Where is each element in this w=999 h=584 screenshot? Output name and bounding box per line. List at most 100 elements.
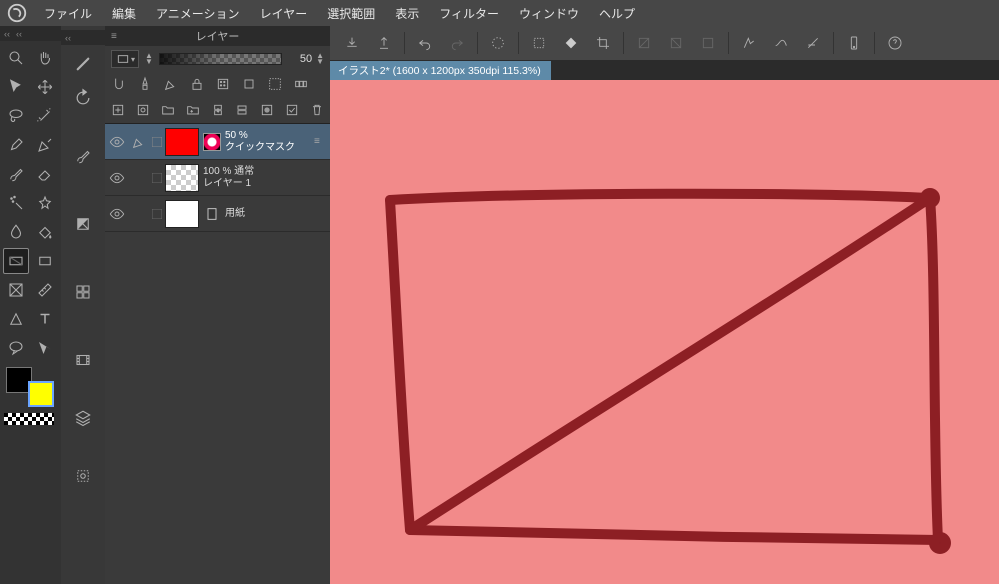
visibility-toggle[interactable] <box>105 134 129 150</box>
document-tab[interactable]: イラスト2* (1600 x 1200px 350dpi 115.3%) <box>330 61 551 80</box>
menu-view[interactable]: 表示 <box>385 0 429 26</box>
crop-icon[interactable] <box>589 30 617 56</box>
object-select-tool[interactable] <box>3 74 29 100</box>
brush-tool[interactable] <box>3 161 29 187</box>
fill-tool[interactable] <box>32 219 58 245</box>
layer-thumbnail[interactable] <box>165 200 199 228</box>
eyedropper-tool[interactable] <box>3 132 29 158</box>
menu-animation[interactable]: アニメーション <box>146 0 250 26</box>
magnifier-tool[interactable] <box>3 45 29 71</box>
new-folder-button[interactable] <box>159 99 178 121</box>
app-logo <box>6 2 28 24</box>
visibility-toggle[interactable] <box>105 170 129 186</box>
opacity-slider[interactable] <box>159 53 282 65</box>
panel-menu-icon[interactable]: ≡ <box>111 31 117 42</box>
mask-thumbnail[interactable] <box>203 133 221 151</box>
layer-color-icon[interactable] <box>241 76 257 92</box>
layer-opacity-label: 50 % <box>225 130 314 142</box>
text-tool[interactable] <box>32 306 58 332</box>
upload-icon[interactable] <box>370 30 398 56</box>
shape-tool[interactable] <box>32 248 58 274</box>
subtool-grid-icon[interactable] <box>68 277 98 307</box>
clip-mask-icon[interactable] <box>111 76 127 92</box>
delete-layer-button[interactable] <box>307 99 326 121</box>
reference-layer-icon[interactable] <box>137 76 153 92</box>
line-tool[interactable] <box>3 306 29 332</box>
magic-wand-tool[interactable] <box>32 103 58 129</box>
help-icon[interactable] <box>881 30 909 56</box>
fill-selection-icon[interactable] <box>557 30 585 56</box>
airbrush-tool[interactable] <box>3 190 29 216</box>
layer-row-menu[interactable]: ≡ <box>314 136 326 147</box>
undo-button[interactable] <box>411 30 439 56</box>
transparent-swatch[interactable] <box>4 413 54 425</box>
layer-row-paper[interactable]: 用紙 <box>105 196 330 232</box>
subtool-rotate-icon[interactable] <box>68 83 98 113</box>
subtool-film-icon[interactable] <box>68 345 98 375</box>
tone-area-icon[interactable] <box>662 30 690 56</box>
visibility-toggle[interactable] <box>105 206 129 222</box>
menu-selection[interactable]: 選択範囲 <box>317 0 385 26</box>
layer-mask-button[interactable] <box>258 99 277 121</box>
snap-special-icon[interactable] <box>799 30 827 56</box>
menu-window[interactable]: ウィンドウ <box>509 0 589 26</box>
subtool-pen-icon[interactable] <box>68 49 98 79</box>
frame-tool[interactable] <box>3 277 29 303</box>
new-vector-layer-button[interactable] <box>134 99 153 121</box>
loading-icon[interactable] <box>484 30 512 56</box>
blend-tool[interactable] <box>3 219 29 245</box>
layer-row-layer1[interactable]: 100 % 通常 レイヤー 1 <box>105 160 330 196</box>
subtool-history-icon[interactable] <box>68 461 98 491</box>
redo-button[interactable] <box>443 30 471 56</box>
scale-icon[interactable] <box>630 30 658 56</box>
pen-tool[interactable] <box>32 132 58 158</box>
background-color[interactable] <box>28 381 54 407</box>
layer-effect-icon[interactable] <box>694 30 722 56</box>
new-raster-layer-button[interactable] <box>109 99 128 121</box>
lock-icon[interactable] <box>189 76 205 92</box>
balloon-tool[interactable] <box>3 335 29 361</box>
draft-layer-icon[interactable] <box>163 76 179 92</box>
canvas-drawing <box>330 80 999 584</box>
menu-layer[interactable]: レイヤー <box>250 0 318 26</box>
layer-opacity-label: 100 % 通常 <box>203 166 326 178</box>
layer-thumbnail[interactable] <box>165 164 199 192</box>
layer-thumbnail[interactable] <box>165 128 199 156</box>
merge-down-button[interactable] <box>233 99 252 121</box>
effect-icon[interactable] <box>267 76 283 92</box>
layer-checkbox[interactable] <box>149 209 165 219</box>
layer-checkbox[interactable] <box>149 173 165 183</box>
lasso-tool[interactable] <box>3 103 29 129</box>
subtool-layers-icon[interactable] <box>68 403 98 433</box>
menu-filter[interactable]: フィルター <box>429 0 509 26</box>
transfer-down-button[interactable] <box>208 99 227 121</box>
menu-file[interactable]: ファイル <box>34 0 102 26</box>
edit-target-icon[interactable] <box>129 134 149 150</box>
snap-ruler-icon[interactable] <box>767 30 795 56</box>
hand-tool[interactable] <box>32 45 58 71</box>
smartphone-icon[interactable] <box>840 30 868 56</box>
layer-checkbox[interactable] <box>149 137 165 147</box>
blend-mode-dropdown[interactable]: ▾ <box>111 50 139 68</box>
opacity-value-stepper[interactable]: ▲▼ <box>316 53 324 65</box>
move-tool[interactable] <box>32 74 58 100</box>
expression-color-icon[interactable] <box>293 76 309 92</box>
canvas-viewport[interactable] <box>330 80 999 584</box>
export-icon[interactable] <box>338 30 366 56</box>
menu-edit[interactable]: 編集 <box>102 0 146 26</box>
ruler-tool[interactable] <box>32 277 58 303</box>
apply-mask-button[interactable] <box>282 99 301 121</box>
decoration-tool[interactable] <box>32 190 58 216</box>
snap-icon[interactable] <box>735 30 763 56</box>
tone-icon[interactable] <box>215 76 231 92</box>
menu-help[interactable]: ヘルプ <box>589 0 645 26</box>
subtool-brush-icon[interactable] <box>68 141 98 171</box>
layer-row-quickmask[interactable]: 50 % クイックマスク ≡ <box>105 124 330 160</box>
correct-line-tool[interactable] <box>32 335 58 361</box>
gradient-tool[interactable] <box>3 248 29 274</box>
new-frame-button[interactable] <box>183 99 202 121</box>
subtool-contrast-icon[interactable] <box>68 209 98 239</box>
opacity-stepper[interactable]: ▲▼ <box>145 53 153 65</box>
eraser-tool[interactable] <box>32 161 58 187</box>
clear-selection-icon[interactable] <box>525 30 553 56</box>
